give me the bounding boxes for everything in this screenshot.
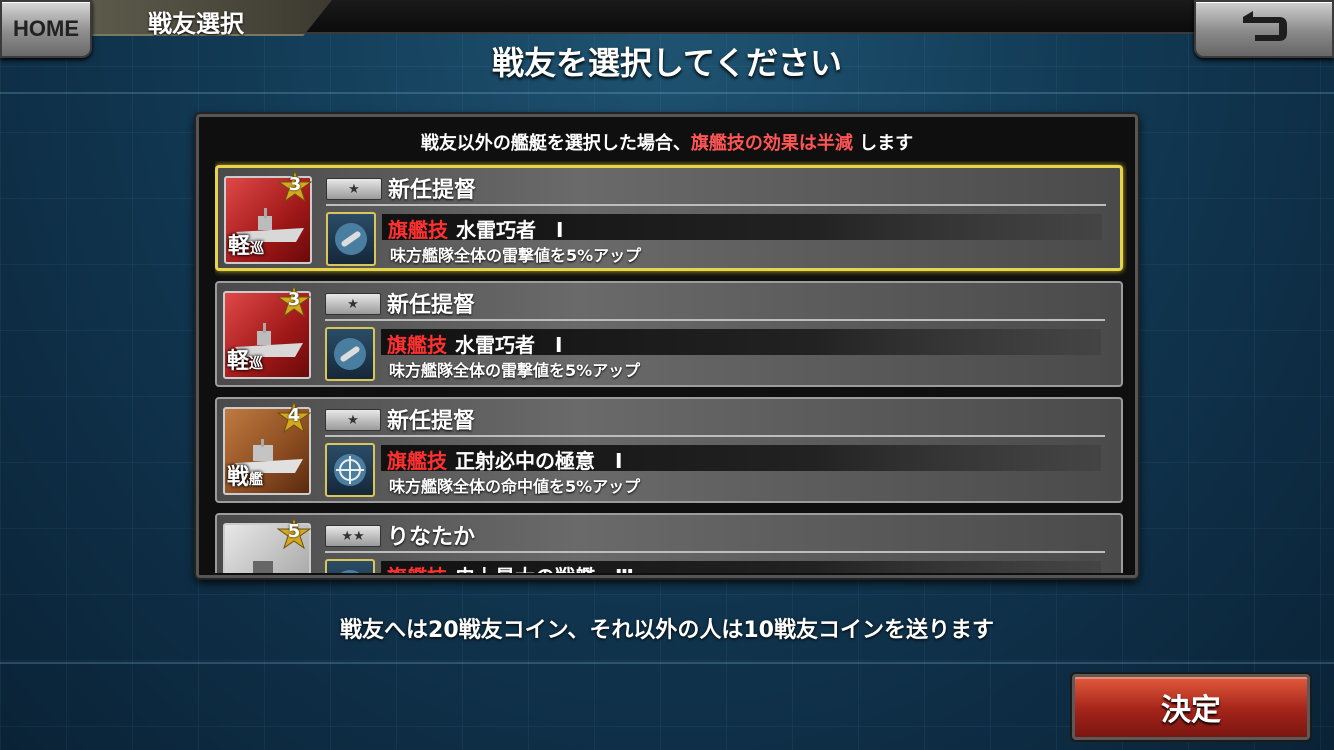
skill-name: 水雷巧者 Ⅰ [455,333,563,357]
crosshair-skill-icon [325,443,375,497]
skill-label: 旗艦技 [387,333,447,357]
skill-label: 旗艦技 [387,565,447,573]
skill-icon [325,559,375,573]
torpedo-skill-icon [325,327,375,381]
decide-button[interactable]: 決定 [1072,674,1310,740]
player-name: りなたか [387,525,476,550]
star-badge: 5 [276,516,312,551]
two-star-rank-icon: ★★ [325,525,381,547]
torpedo-skill-icon [326,212,376,266]
star-badge: 3 [276,284,312,319]
notice-prefix: 戦友以外の艦艇を選択した場合、 [420,133,691,154]
skill-label: 旗艦技 [387,449,447,473]
friend-list-panel: 戦友以外の艦艇を選択した場合、旗艦技の効果は半減 します 軽巡 3 ★ 新任提督 [196,114,1138,578]
skill-description: 味方艦隊全体の雷撃値を5%アップ [389,361,641,380]
skill-description: 味方艦隊全体の雷撃値を5%アップ [390,246,642,265]
heading: 戦友を選択してください [491,44,843,82]
page-title: 戦友選択 [148,10,244,38]
ship-icon [253,561,273,573]
skill-bar: 旗艦技 正射必中の極意 Ⅰ [381,445,1101,473]
ship-type-label: 軽巡 [228,234,265,259]
divider [325,551,1105,553]
divider [0,662,1334,664]
one-star-rank-icon: ★ [325,293,381,315]
coin-info-text: 戦友へは20戦友コイン、それ以外の人は10戦友コインを送ります [340,618,994,643]
divider [325,435,1105,437]
divider [325,319,1105,321]
skill-bar: 旗艦技史上最大の戦艦 Ⅲ [381,561,1101,573]
skill-description: 味方艦隊全体の命中値を5%アップ [389,477,641,496]
notice-highlight: 旗艦技の効果は半減 [690,133,853,154]
friend-card[interactable]: 戦艦 4 ★ 新任提督 旗艦技 正射必中の極意 Ⅰ 味方艦隊全体の命中値を5%アッ… [215,397,1123,503]
skill-name: 水雷巧者 Ⅰ [456,218,564,242]
skill-bar: 旗艦技 水雷巧者 Ⅰ [382,214,1102,242]
skill-bar: 旗艦技 水雷巧者 Ⅰ [381,329,1101,357]
ship-type-label: 戦艦 [227,465,264,490]
friend-list[interactable]: 軽巡 3 ★ 新任提督 旗艦技水雷巧者 Ⅰ 味方艦隊全体の雷撃値を5%アップ [215,161,1127,573]
ship-type-label: 軽巡 [227,349,264,374]
friend-card[interactable]: 5 ★★ りなたか 旗艦技史上最大の戦艦 Ⅲ [215,513,1123,573]
player-name: 新任提督 [388,178,477,203]
one-star-rank-icon: ★ [325,409,381,431]
notice-suffix: します [859,133,914,154]
divider [0,92,1334,94]
star-badge: 4 [276,400,312,435]
friend-card[interactable]: 軽巡 3 ★ 新任提督 旗艦技 水雷巧者 Ⅰ 味方艦隊全体の雷撃値を5%アップ [215,165,1123,271]
player-name: 新任提督 [387,409,476,434]
title-tab: 戦友選択 [92,0,332,36]
skill-name: 正射必中の極意 Ⅰ [455,449,623,473]
friend-card[interactable]: 軽巡 3 ★ 新任提督 旗艦技 水雷巧者 Ⅰ 味方艦隊全体の雷撃値を5%アップ [215,281,1123,387]
player-name: 新任提督 [387,293,476,318]
one-star-rank-icon: ★ [326,178,382,200]
skill-name: 史上最大の戦艦 Ⅲ [455,565,634,573]
star-badge: 3 [277,169,313,204]
notice-text: 戦友以外の艦艇を選択した場合、旗艦技の効果は半減 します [199,129,1135,155]
skill-label: 旗艦技 [388,218,448,242]
divider [326,204,1106,206]
